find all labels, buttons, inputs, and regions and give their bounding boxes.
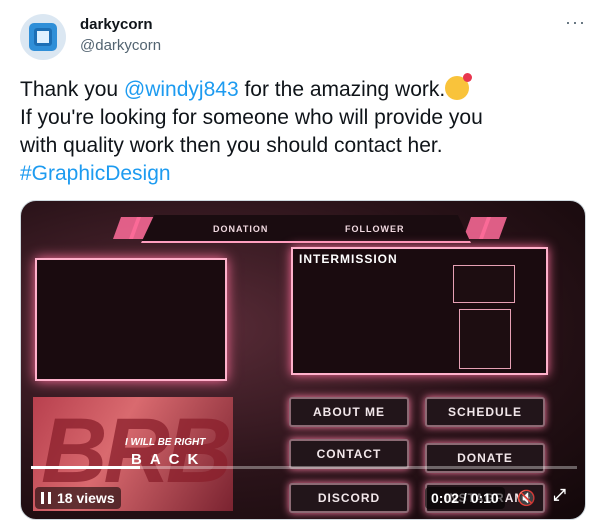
more-options-icon[interactable]: ··· — [565, 12, 586, 33]
hashtag-link[interactable]: #GraphicDesign — [20, 162, 171, 185]
follower-label: FOLLOWER — [345, 224, 405, 234]
video-progress-fill — [31, 466, 141, 469]
contact-panel: CONTACT — [289, 439, 409, 469]
video-progress-bar[interactable] — [31, 466, 577, 469]
pause-icon[interactable] — [41, 492, 51, 504]
brb-line1: I WILL BE RIGHT — [125, 437, 206, 448]
intermission-title: INTERMISSION — [299, 252, 398, 266]
tweet-text-line2: If you're looking for someone who will p… — [20, 106, 483, 129]
discord-panel: DISCORD — [289, 483, 409, 513]
tweet: darkycorn @darkycorn ··· Thank you @wind… — [0, 0, 598, 529]
avatar-logo-icon — [29, 23, 57, 51]
avatar[interactable] — [20, 14, 66, 60]
speaker-muted-icon[interactable]: 🔇 — [517, 489, 539, 507]
tweet-text-suffix: for the amazing work. — [238, 78, 446, 101]
webcam-frame — [35, 258, 227, 381]
intermission-subframe-bottom — [459, 309, 511, 369]
author-name[interactable]: darkycorn — [80, 16, 153, 33]
fullscreen-icon[interactable]: ⤢ — [553, 487, 573, 507]
tweet-text-line3: with quality work then you should contac… — [20, 134, 443, 157]
view-count-badge[interactable]: 18 views — [35, 487, 121, 509]
about-me-panel: ABOUT ME — [289, 397, 409, 427]
mention-link[interactable]: @windyj843 — [124, 78, 239, 101]
view-count: 18 views — [57, 490, 115, 506]
overlay-top-bar: DONATION FOLLOWER — [141, 215, 471, 243]
smiling-face-with-hearts-icon — [445, 73, 473, 100]
video-time: 0:02 / 0:10 — [425, 487, 505, 509]
video-player[interactable]: DONATION FOLLOWER INTERMISSION BRB I WIL… — [20, 200, 586, 520]
author-handle[interactable]: @darkycorn — [80, 37, 161, 54]
intermission-subframe-top — [453, 265, 515, 303]
schedule-panel: SCHEDULE — [425, 397, 545, 427]
tweet-text: Thank you @windyj843 for the amazing wor… — [20, 73, 580, 188]
donation-label: DONATION — [213, 224, 269, 234]
tweet-text-prefix: Thank you — [20, 78, 124, 101]
